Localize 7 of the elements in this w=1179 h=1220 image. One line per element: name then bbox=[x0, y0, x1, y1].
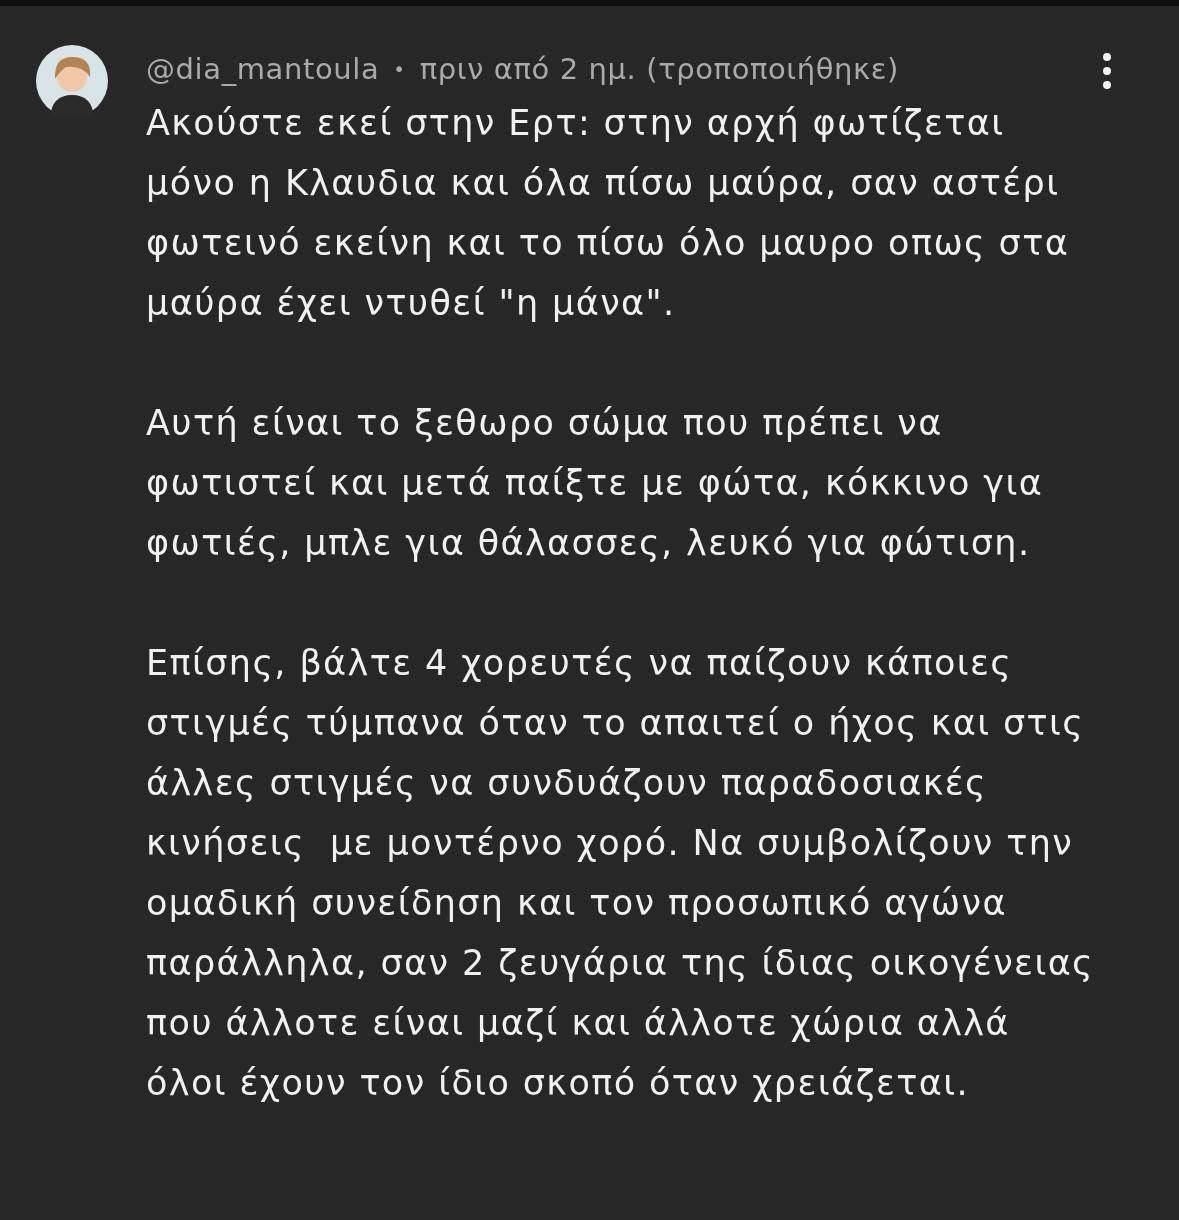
username[interactable]: @dia_mantoula bbox=[146, 52, 380, 86]
comment-paragraph: Επίσης, βάλτε 4 χορευτές να παίζουν κάποιες στιγμές τύμπανα όταν το απαιτεί ο ήχος και στις άλλες στιγμές να συνδυάζουν παραδοσιακές κινήσεις με μοντέρνο χορό. Να συμβολίζουν την ομαδική συνείδηση και τον προσωπικό αγώνα παράλληλα, σαν 2 ζευγάρια της ίδιας οικογένειας που άλλοτε είναι μαζί και άλλοτε χώρια αλλά όλοι έχουν τον ίδιο σκοπό όταν χρειάζεται. bbox=[146, 642, 1096, 1105]
avatar-icon[interactable] bbox=[36, 45, 108, 117]
timestamp[interactable]: πριν από 2 ημ. (τροποποιήθηκε) bbox=[419, 52, 899, 86]
separator-dot: • bbox=[393, 57, 406, 81]
comment-paragraph: Ακούστε εκεί στην Ερτ: στην αρχή φωτίζεται μόνο η Κλαυδια και όλα πίσω μαύρα, σαν αστέρι φωτεινό εκείνη και το πίσω όλο μαυρο οπως στα μαύρα έχει ντυθεί "η μάνα". bbox=[146, 102, 1071, 325]
comment-paragraph: Αυτή είναι το ξεθωρο σώμα που πρέπει να φωτιστεί και μετά παίξτε με φώτα, κόκκινο για φωτιές, μπλε για θάλασσες, λευκό για φώτιση. bbox=[146, 402, 1045, 565]
